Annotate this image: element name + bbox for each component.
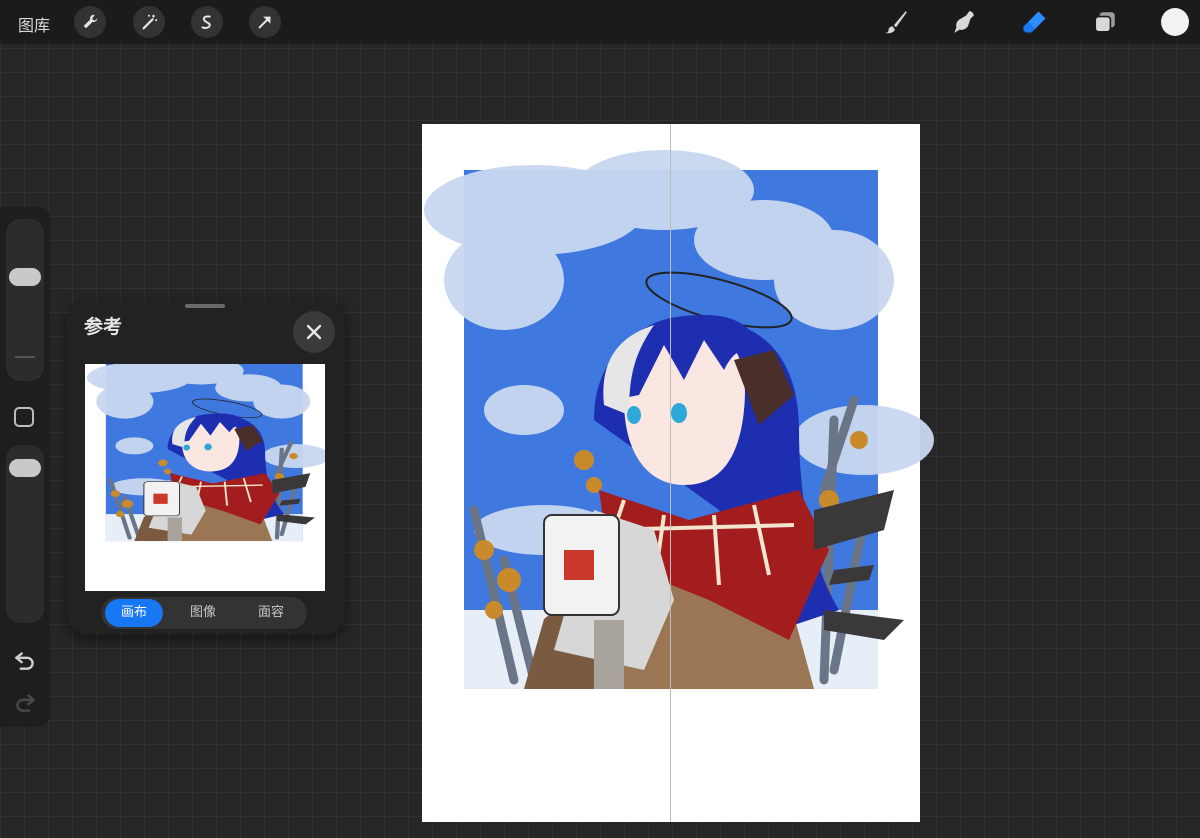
- tab-canvas[interactable]: 画布: [105, 599, 163, 627]
- drag-handle[interactable]: [185, 304, 225, 308]
- close-reference-button[interactable]: [293, 311, 335, 353]
- modify-button-icon[interactable]: [14, 407, 34, 427]
- top-toolbar: 图库: [0, 0, 1200, 44]
- opacity-slider[interactable]: [6, 445, 44, 623]
- reference-panel[interactable]: 参考 画布 图像 面容: [67, 300, 345, 635]
- slider-divider: [15, 356, 35, 358]
- artwork-illustration: [464, 170, 878, 689]
- drawing-canvas[interactable]: [422, 124, 920, 822]
- gallery-button[interactable]: 图库: [18, 12, 50, 36]
- brush-icon[interactable]: [880, 6, 912, 38]
- selection-icon[interactable]: [191, 6, 223, 38]
- redo-icon[interactable]: [12, 689, 38, 715]
- close-icon: [306, 324, 322, 340]
- reference-thumbnail: [85, 364, 325, 591]
- brush-size-thumb[interactable]: [9, 268, 41, 286]
- tab-face[interactable]: 面容: [241, 599, 301, 627]
- smudge-icon[interactable]: [948, 6, 980, 38]
- reference-title: 参考: [84, 316, 123, 338]
- color-picker-button[interactable]: [1161, 8, 1189, 36]
- wrench-icon[interactable]: [74, 6, 106, 38]
- magic-wand-icon[interactable]: [133, 6, 165, 38]
- layers-icon[interactable]: [1089, 6, 1121, 38]
- left-sidebar: [0, 207, 50, 727]
- eraser-icon[interactable]: [1019, 6, 1051, 38]
- tab-image[interactable]: 图像: [173, 599, 233, 627]
- symmetry-guide-line: [670, 124, 671, 822]
- reference-mode-selector: 画布 图像 面容: [101, 597, 307, 629]
- reference-canvas-preview: [85, 364, 325, 591]
- transform-arrow-icon[interactable]: [249, 6, 281, 38]
- undo-icon[interactable]: [12, 647, 38, 673]
- opacity-thumb[interactable]: [9, 459, 41, 477]
